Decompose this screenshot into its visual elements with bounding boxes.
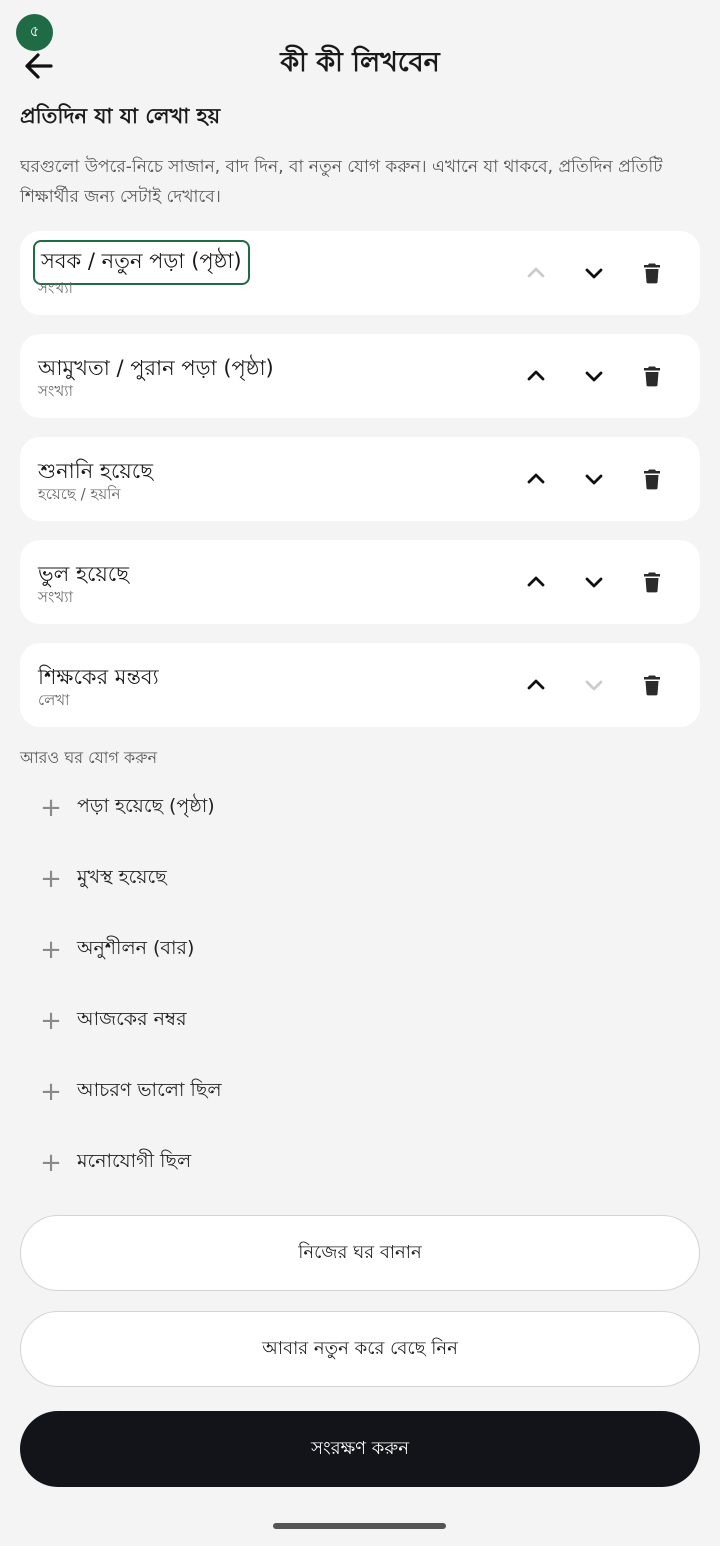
section-title: প্রতিদিন যা যা লেখা হয় — [20, 104, 221, 128]
section-description: ঘরগুলো উপরে-নিচে সাজান, বাদ দিন, বা নতুন… — [20, 157, 663, 207]
move-down-button[interactable] — [576, 358, 612, 394]
chevron-up-icon — [527, 576, 545, 587]
plus-icon: + — [40, 864, 62, 894]
custom-field-button[interactable]: নিজের ঘর বানান — [20, 1215, 700, 1291]
save-button[interactable]: সংরক্ষণ করুন — [20, 1411, 700, 1487]
add-field-label: অনুশীলন (বার) — [77, 937, 195, 959]
add-field-item[interactable]: + পড়া হয়েছে (পৃষ্ঠা) — [40, 788, 215, 828]
home-indicator — [273, 1523, 446, 1529]
chevron-down-icon — [585, 680, 603, 691]
plus-icon: + — [40, 793, 62, 823]
move-down-button[interactable] — [576, 255, 612, 291]
delete-button[interactable] — [634, 564, 670, 600]
field-label[interactable]: আমুখতা / পুরান পড়া (পৃষ্ঠা) — [38, 352, 274, 387]
delete-button[interactable] — [634, 358, 670, 394]
trash-icon — [644, 366, 660, 387]
chevron-down-icon — [585, 371, 603, 382]
field-card[interactable]: ভুল হয়েছে সংখ্যা — [20, 540, 700, 624]
field-type: সংখ্যা — [38, 279, 73, 297]
field-card[interactable]: শুনানি হয়েছে হয়েছে / হয়নি — [20, 437, 700, 521]
field-card[interactable]: শিক্ষকের মন্তব্য লেখা — [20, 643, 700, 727]
add-field-label: আজকের নম্বর — [77, 1008, 187, 1030]
field-type: সংখ্যা — [38, 382, 73, 400]
field-card[interactable]: সবক / নতুন পড়া (পৃষ্ঠা) সংখ্যা — [20, 231, 700, 315]
plus-icon: + — [40, 1006, 62, 1036]
delete-button[interactable] — [634, 461, 670, 497]
add-field-item[interactable]: + অনুশীলন (বার) — [40, 930, 194, 970]
chevron-up-icon — [527, 267, 545, 278]
trash-icon — [644, 572, 660, 593]
page-title: কী কী লিখবেন — [280, 47, 440, 78]
move-up-button[interactable] — [518, 255, 554, 291]
add-field-label: মনোযোগী ছিল — [77, 1150, 192, 1172]
field-type: লেখা — [38, 691, 70, 709]
chevron-up-icon — [527, 679, 545, 690]
field-type: হয়েছে / হয়নি — [38, 485, 121, 503]
chevron-up-icon — [527, 473, 545, 484]
move-up-button[interactable] — [518, 564, 554, 600]
add-field-label: আচরণ ভালো ছিল — [77, 1079, 222, 1101]
delete-button[interactable] — [634, 667, 670, 703]
move-up-button[interactable] — [518, 667, 554, 703]
move-up-button[interactable] — [518, 461, 554, 497]
add-field-item[interactable]: + আজকের নম্বর — [40, 1001, 187, 1041]
move-down-button[interactable] — [576, 667, 612, 703]
add-field-item[interactable]: + আচরণ ভালো ছিল — [40, 1072, 222, 1112]
plus-icon: + — [40, 1077, 62, 1107]
chevron-down-icon — [585, 268, 603, 279]
add-more-title: আরও ঘর যোগ করুন — [20, 748, 158, 767]
plus-icon: + — [40, 1148, 62, 1178]
delete-button[interactable] — [634, 255, 670, 291]
field-type: সংখ্যা — [38, 588, 73, 606]
add-field-item[interactable]: + মুখস্থ হয়েছে — [40, 859, 167, 899]
add-field-item[interactable]: + মনোযোগী ছিল — [40, 1143, 191, 1183]
chevron-up-icon — [527, 370, 545, 381]
move-down-button[interactable] — [576, 461, 612, 497]
trash-icon — [644, 675, 660, 696]
plus-icon: + — [40, 935, 62, 965]
move-up-button[interactable] — [518, 358, 554, 394]
add-field-label: পড়া হয়েছে (পৃষ্ঠা) — [77, 795, 215, 817]
chevron-down-icon — [585, 474, 603, 485]
move-down-button[interactable] — [576, 564, 612, 600]
field-card[interactable]: আমুখতা / পুরান পড়া (পৃষ্ঠা) সংখ্যা — [20, 334, 700, 418]
trash-icon — [644, 263, 660, 284]
add-field-label: মুখস্থ হয়েছে — [77, 866, 167, 888]
trash-icon — [644, 469, 660, 490]
reset-selection-button[interactable]: আবার নতুন করে বেছে নিন — [20, 1311, 700, 1387]
chevron-down-icon — [585, 577, 603, 588]
